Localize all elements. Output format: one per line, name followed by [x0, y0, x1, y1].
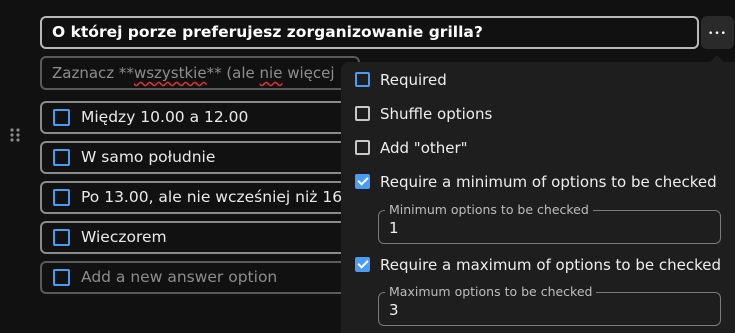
setting-shuffle-options[interactable]: Shuffle options	[355, 103, 492, 125]
description-underlined-word-2: nie	[259, 64, 283, 82]
answer-option-label: Wieczorem	[81, 228, 167, 246]
description-prefix: Zaznacz **	[52, 64, 134, 82]
drag-handle-icon[interactable]	[10, 128, 24, 146]
checkbox-icon	[53, 229, 70, 246]
checkbox-icon[interactable]	[355, 72, 370, 87]
checkbox-checked-icon[interactable]	[355, 257, 370, 272]
minimum-options-field[interactable]: Minimum options to be checked 1	[378, 203, 721, 244]
description-mid: ** (ale	[206, 64, 260, 82]
setting-required[interactable]: Required	[355, 69, 447, 91]
maximum-options-value[interactable]: 3	[389, 301, 399, 319]
setting-label: Shuffle options	[380, 105, 493, 123]
maximum-options-field[interactable]: Maximum options to be checked 3	[378, 285, 721, 326]
minimum-options-value[interactable]: 1	[389, 219, 399, 237]
setting-label: Required	[380, 71, 447, 89]
checkbox-icon	[53, 149, 70, 166]
checkbox-icon[interactable]	[355, 140, 370, 155]
drag-dots-icon	[10, 128, 20, 142]
answer-option-label: Po 13.00, ale nie wcześniej niż 16.00	[81, 188, 360, 206]
answer-option-1[interactable]: Między 10.00 a 12.00	[40, 101, 360, 134]
maximum-options-label: Maximum options to be checked	[385, 285, 597, 299]
ellipsis-icon: •••	[708, 29, 727, 39]
add-answer-placeholder: Add a new answer option	[81, 268, 278, 286]
question-title-text: O której porze preferujesz zorganizowani…	[52, 23, 483, 41]
answer-option-4[interactable]: Wieczorem	[40, 221, 360, 254]
question-description-input[interactable]: Zaznacz **wszystkie** (ale nie więcej	[40, 56, 360, 90]
answer-option-label: W samo południe	[81, 148, 216, 166]
answer-option-3[interactable]: Po 13.00, ale nie wcześniej niż 16.00	[40, 181, 360, 214]
description-underlined-word: wszystkie	[133, 64, 207, 82]
add-answer-option-input[interactable]: Add a new answer option	[40, 261, 360, 294]
minimum-options-label: Minimum options to be checked	[385, 203, 593, 217]
setting-label: Require a maximum of options to be check…	[380, 256, 722, 274]
description-suffix: więcej	[282, 64, 335, 82]
setting-require-minimum[interactable]: Require a minimum of options to be check…	[355, 171, 717, 193]
checkbox-icon[interactable]	[355, 106, 370, 121]
answer-option-2[interactable]: W samo południe	[40, 141, 360, 174]
checkbox-icon	[53, 189, 70, 206]
setting-add-other[interactable]: Add "other"	[355, 137, 468, 159]
setting-require-maximum[interactable]: Require a maximum of options to be check…	[355, 254, 721, 276]
checkbox-icon	[53, 109, 70, 126]
answer-option-label: Między 10.00 a 12.00	[81, 108, 249, 126]
question-title-input[interactable]: O której porze preferujesz zorganizowani…	[40, 16, 699, 49]
checkbox-icon	[53, 269, 70, 286]
setting-label: Require a minimum of options to be check…	[380, 173, 717, 191]
setting-label: Add "other"	[380, 139, 468, 157]
more-options-button[interactable]: •••	[701, 16, 734, 49]
checkbox-checked-icon[interactable]	[355, 174, 370, 189]
